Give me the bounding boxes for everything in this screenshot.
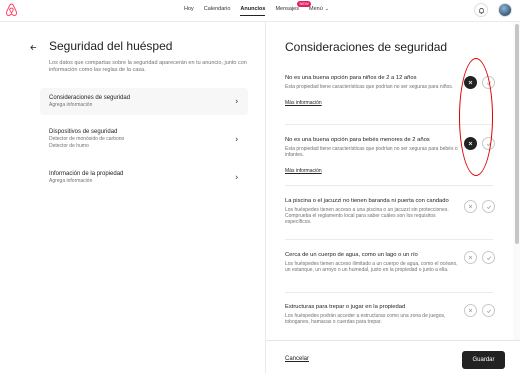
menu-item-subtitle: Agrega información	[49, 178, 93, 184]
no-button[interactable]	[464, 304, 477, 317]
arrow-left-icon	[29, 44, 36, 50]
yes-button[interactable]	[482, 76, 495, 89]
item-title: No es una buena opción para niños de 2 a…	[285, 75, 417, 81]
menu-item-subtitle: Detector de humo	[49, 142, 89, 149]
left-panel: Seguridad del huésped Los datos que comp…	[0, 22, 264, 373]
section-title: Consideraciones de seguridad	[285, 40, 448, 54]
item-description: Los huéspedes tienen acceso a una piscin…	[285, 206, 449, 225]
top-nav: Hoy Calendario Anuncios Mensajes NEW Menú…	[0, 0, 520, 22]
check-icon	[486, 80, 491, 85]
item-description: Esta propiedad tiene características que…	[285, 83, 454, 90]
check-icon	[486, 308, 491, 313]
x-icon	[468, 141, 473, 146]
item-description: Los huéspedes tienen acceso ilimitado a …	[285, 260, 458, 273]
chevron-right-icon: ›	[235, 96, 238, 106]
menu-item-dispositivos[interactable]: Dispositivos de seguridad Detector de mo…	[40, 122, 248, 155]
item-description: Los huéspedes podrán acceder a estructur…	[285, 312, 446, 325]
divider	[285, 185, 493, 186]
check-icon	[486, 204, 491, 209]
menu-item-title: Información de la propiedad	[49, 171, 124, 177]
nav-anuncios[interactable]: Anuncios	[240, 6, 266, 16]
more-info-link[interactable]: Más información	[285, 100, 322, 106]
cancel-button[interactable]: Cancelar	[285, 356, 309, 362]
chevron-right-icon: ›	[235, 134, 238, 143]
more-info-link[interactable]: Más información	[285, 168, 322, 174]
chevron-right-icon: ›	[235, 172, 238, 182]
item-title: La piscina o el jacuzzi no tienen barand…	[285, 198, 449, 204]
menu-item-consideraciones[interactable]: Consideraciones de seguridad Agrega info…	[40, 88, 248, 115]
no-button[interactable]	[464, 251, 477, 264]
menu-item-informacion[interactable]: Información de la propiedad Agrega infor…	[40, 164, 248, 191]
check-icon	[486, 141, 491, 146]
bell-icon	[478, 7, 484, 14]
nav-hoy[interactable]: Hoy	[184, 6, 194, 12]
divider	[285, 124, 493, 125]
divider	[285, 292, 493, 293]
nav-mensajes[interactable]: Mensajes NEW	[275, 1, 311, 12]
x-icon	[468, 80, 473, 85]
footer-bar: Cancelar Guardar	[266, 340, 520, 373]
no-button[interactable]	[464, 137, 477, 150]
divider	[285, 239, 493, 240]
nav-calendario[interactable]: Calendario	[204, 6, 231, 12]
menu-item-title: Dispositivos de seguridad	[49, 129, 118, 135]
item-title: Cerca de un cuerpo de agua, como un lago…	[285, 252, 418, 258]
airbnb-logo[interactable]	[5, 3, 18, 17]
notifications-button[interactable]	[474, 3, 488, 17]
save-button[interactable]: Guardar	[462, 351, 505, 369]
yes-button[interactable]	[482, 137, 495, 150]
x-icon	[468, 204, 473, 209]
yes-button[interactable]	[482, 251, 495, 264]
item-title: No es una buena opción para bebés menore…	[285, 137, 430, 143]
x-icon	[468, 255, 473, 260]
check-icon	[486, 255, 491, 260]
item-title: Estructuras para trepar o jugar en la pr…	[285, 304, 406, 310]
item-description: Esta propiedad tiene características que…	[285, 145, 458, 158]
right-panel: Consideraciones de seguridad No es una b…	[266, 22, 520, 373]
avatar[interactable]	[498, 3, 512, 17]
back-button[interactable]	[27, 41, 39, 53]
nav-menu-label: Menú	[309, 6, 323, 12]
nav-mensajes-label: Mensajes	[275, 6, 299, 12]
no-button[interactable]	[464, 76, 477, 89]
yes-button[interactable]	[482, 200, 495, 213]
nav-menu[interactable]: Menú ⌄	[309, 6, 329, 12]
page-description: Los datos que compartas sobre la segurid…	[49, 60, 247, 73]
menu-item-title: Consideraciones de seguridad	[49, 95, 131, 101]
page-title: Seguridad del huésped	[49, 39, 173, 53]
no-button[interactable]	[464, 200, 477, 213]
menu-item-subtitle: Agrega información	[49, 102, 93, 108]
scrollbar-thumb[interactable]	[515, 24, 519, 244]
x-icon	[468, 308, 473, 313]
chevron-down-icon: ⌄	[324, 6, 329, 12]
yes-button[interactable]	[482, 304, 495, 317]
